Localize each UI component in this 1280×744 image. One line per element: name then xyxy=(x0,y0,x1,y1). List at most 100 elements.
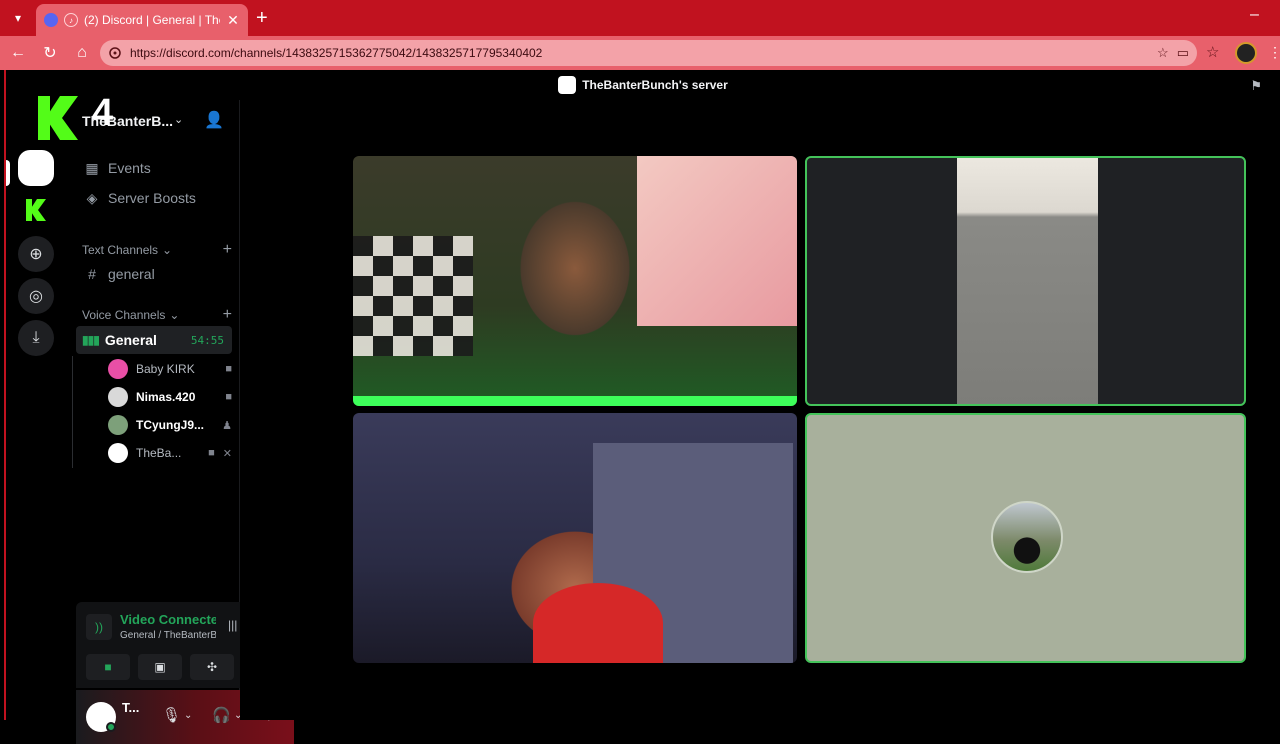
voice-channel-label: General xyxy=(104,332,157,348)
voice-user-name: Nimas.420 xyxy=(136,390,196,404)
video-icon: ■ xyxy=(225,391,232,403)
server-list: ⊕ ◎ ⤓ xyxy=(6,100,68,720)
create-channel-icon[interactable]: + xyxy=(223,241,232,259)
chevron-down-icon: ⌄ xyxy=(169,308,180,322)
overlay-number: 4 xyxy=(92,92,114,134)
profile-avatar[interactable] xyxy=(1235,42,1257,64)
video-feed-detail xyxy=(533,583,663,663)
voice-user-name: Baby KIRK xyxy=(136,362,195,376)
chevron-down-icon: ⌄ xyxy=(162,243,173,257)
activities-button[interactable]: ✣ xyxy=(190,654,234,680)
tab-title: (2) Discord | General | TheBanterBunch xyxy=(84,13,220,27)
back-icon[interactable]: ← xyxy=(8,43,28,63)
chevron-down-icon[interactable]: ⌄ xyxy=(174,113,183,126)
site-info-icon[interactable] xyxy=(108,46,122,60)
avatar xyxy=(108,359,128,379)
sidebar-item-server-boosts[interactable]: ◈ Server Boosts xyxy=(76,183,232,213)
deafened-icon: ✕ xyxy=(222,447,232,460)
download-apps-icon[interactable]: ⤓ xyxy=(18,320,54,356)
server-title-bar: TheBanterBunch's server xyxy=(6,70,1280,100)
avatar xyxy=(108,387,128,407)
category-label: Voice Channels xyxy=(82,308,166,322)
voice-user-name: TCyungJ9... xyxy=(136,418,205,432)
create-channel-icon[interactable]: + xyxy=(223,306,232,324)
minimize-window-icon[interactable]: – xyxy=(1250,6,1259,24)
browser-tab[interactable]: ♪ (2) Discord | General | TheBanterBunch… xyxy=(36,4,248,36)
video-feed xyxy=(957,158,1098,404)
sidebar-item-events[interactable]: ▦ Events xyxy=(76,153,232,183)
video-icon: ■ xyxy=(208,447,215,459)
discord-app: TheBanterBunch's server ⚑ ⊕ ◎ ⤓ 4 TheBan… xyxy=(4,70,1280,744)
calendar-icon: ▦ xyxy=(85,159,99,176)
bookmarks-icon[interactable]: ☆ xyxy=(1206,43,1219,61)
channel-general[interactable]: # general xyxy=(76,259,232,289)
browser-toolbar: ← ↻ ⌂ https://discord.com/channels/14383… xyxy=(0,36,1280,70)
browser-menu-icon[interactable]: ⋮ xyxy=(1268,44,1280,61)
voice-user[interactable]: Nimas.420 ■ xyxy=(108,384,232,410)
sidebar-item-label: Events xyxy=(108,160,151,176)
audio-icon[interactable]: ♪ xyxy=(64,13,78,27)
video-icon: ■ xyxy=(225,363,232,375)
voice-user-name: TheBa... xyxy=(136,446,182,460)
connection-signal-icon[interactable]: )) xyxy=(86,614,112,640)
invite-people-icon[interactable]: 👤 xyxy=(204,110,224,130)
voice-channel-general[interactable]: ▮▮▮ General 54:55 xyxy=(76,326,232,354)
category-voice-channels[interactable]: Voice Channels ⌄ + xyxy=(82,306,232,324)
bookmark-star-icon[interactable]: ☆ xyxy=(1157,45,1169,61)
kick-logo-icon xyxy=(38,96,78,140)
avatar xyxy=(108,415,128,435)
discover-icon[interactable]: ◎ xyxy=(18,278,54,314)
rtc-channel[interactable]: General / TheBanterBunch xyxy=(120,630,216,641)
address-bar[interactable]: https://discord.com/channels/14383257153… xyxy=(100,40,1197,66)
playstation-icon: ♟ xyxy=(222,419,232,432)
channel-sidebar: 4 TheBanterB... ⌄ 👤 ▦ Events ◈ Server Bo… xyxy=(38,92,294,744)
discord-favicon-icon xyxy=(44,13,58,27)
category-text-channels[interactable]: Text Channels ⌄ + xyxy=(82,241,232,259)
browser-tabbar: ▾ ♪ (2) Discord | General | TheBanterBun… xyxy=(0,0,1280,36)
home-icon[interactable]: ⌂ xyxy=(72,43,92,63)
speaking-glow xyxy=(353,396,797,406)
voice-user[interactable]: TheBa... ■ ✕ xyxy=(108,440,232,466)
reload-icon[interactable]: ↻ xyxy=(40,43,60,63)
channel-label: general xyxy=(108,266,155,282)
screen-share-button[interactable]: ▣ xyxy=(138,654,182,680)
camera-in-use-icon[interactable]: ▭ xyxy=(1177,45,1189,61)
category-label: Text Channels xyxy=(82,243,159,257)
rtc-status: Video Connected xyxy=(120,612,216,627)
hashtag-icon: # xyxy=(88,266,96,282)
video-tile[interactable] xyxy=(353,413,797,663)
boost-icon: ◈ xyxy=(86,189,98,206)
sidebar-item-label: Server Boosts xyxy=(108,190,196,206)
camera-button[interactable]: ■ xyxy=(86,654,130,680)
new-tab-button[interactable]: + xyxy=(256,8,268,28)
voice-activity-icon: ▮▮▮ xyxy=(82,333,100,347)
headphones-icon[interactable]: 🎧 xyxy=(212,706,231,724)
video-feed-detail xyxy=(637,156,797,326)
microphone-icon[interactable]: 🎙 xyxy=(162,706,181,724)
avatar xyxy=(991,501,1063,573)
voice-timer: 54:55 xyxy=(190,333,224,347)
server-icon xyxy=(558,76,577,94)
user-name: T... xyxy=(122,700,140,715)
add-server-icon[interactable]: ⊕ xyxy=(18,236,54,272)
avatar-tile[interactable] xyxy=(805,413,1246,663)
video-stage xyxy=(240,100,1280,720)
avatar xyxy=(108,443,128,463)
server-title: TheBanterBunch's server xyxy=(582,78,728,92)
server-icon-thebanterbunch[interactable] xyxy=(18,150,54,186)
video-tile[interactable] xyxy=(353,156,797,406)
voice-user[interactable]: Baby KIRK ■ xyxy=(108,356,232,382)
voice-tree-line xyxy=(72,356,73,468)
video-feed-detail xyxy=(353,236,473,356)
chevron-down-icon[interactable]: ⌄ xyxy=(184,710,192,721)
kick-server-icon[interactable] xyxy=(18,192,54,228)
selected-server-pill xyxy=(6,160,10,186)
url-text: https://discord.com/channels/14383257153… xyxy=(130,46,543,60)
tab-search-icon[interactable]: ▾ xyxy=(6,6,30,30)
close-tab-icon[interactable]: ✕ xyxy=(226,12,240,29)
voice-user[interactable]: TCyungJ9... ♟ xyxy=(108,412,232,438)
online-status-icon xyxy=(106,722,116,732)
flag-icon[interactable]: ⚑ xyxy=(1250,78,1262,94)
noise-suppression-icon[interactable]: ||| xyxy=(228,618,237,632)
video-tile[interactable] xyxy=(805,156,1246,406)
